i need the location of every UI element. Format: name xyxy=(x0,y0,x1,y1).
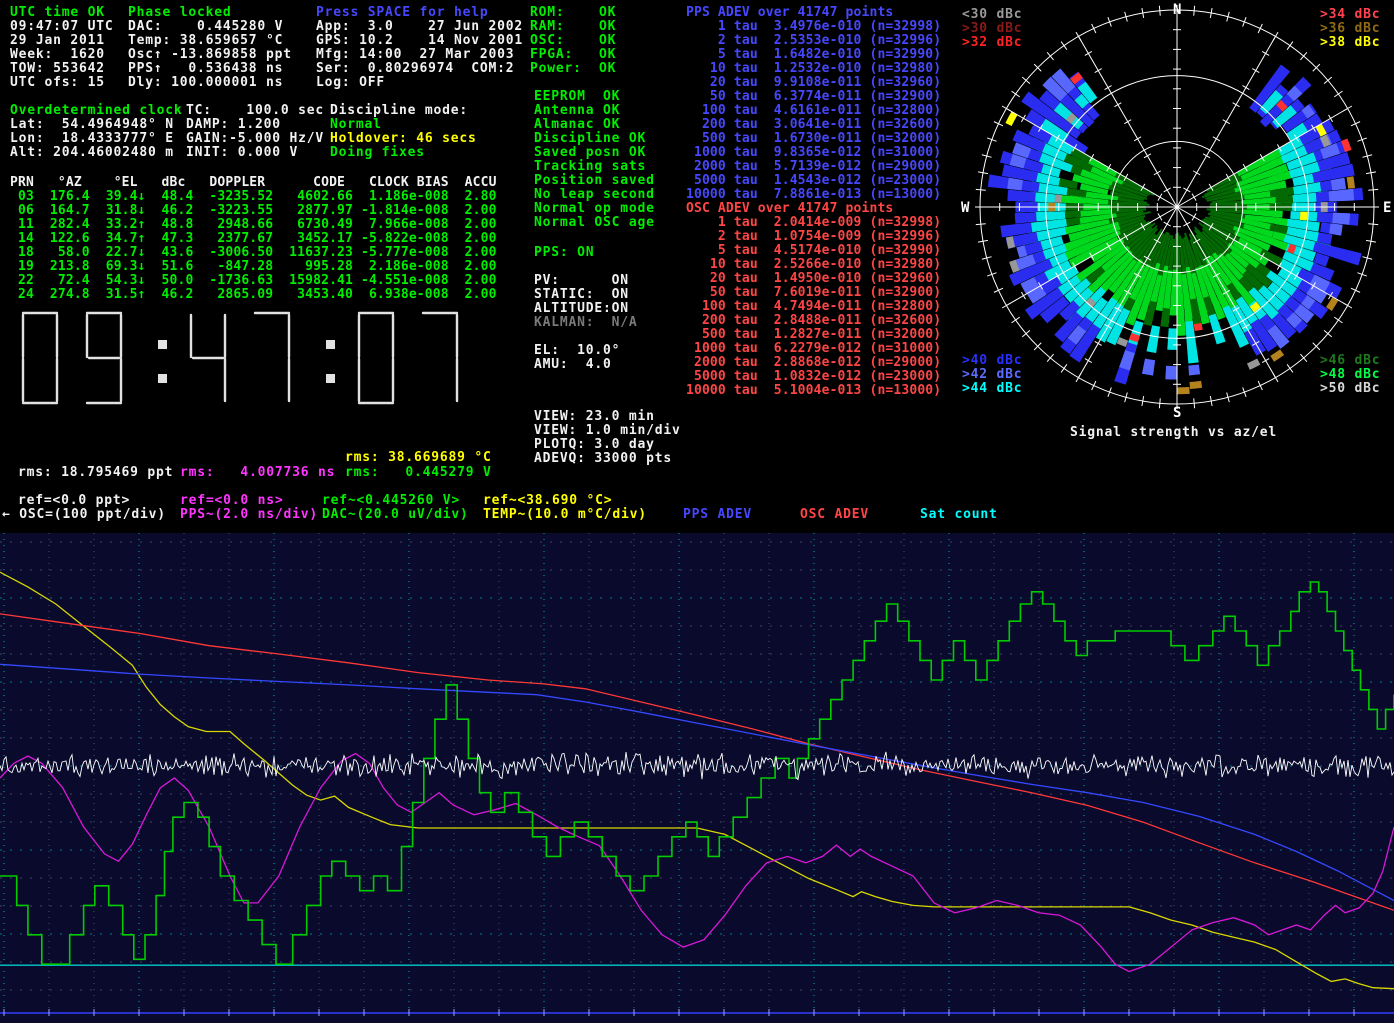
satellite-table: 03 176.4 39.4↓ 48.4 -3235.52 4602.66 1.1… xyxy=(10,190,497,302)
oscillator-block: DAC: 0.445280 V Temp: 38.659657 °C Osc↑ … xyxy=(128,20,292,90)
scale-temp: TEMP~(10.0 m°C/div) xyxy=(483,508,647,522)
rms-osc: rms: 18.795469 ppt xyxy=(18,466,173,480)
kalman-status: KALMAN: N/A xyxy=(534,316,638,330)
view-block: VIEW: 23.0 min VIEW: 1.0 min/div PLOTQ: … xyxy=(534,410,681,466)
plot-legend-pps-adev: PPS ADEV xyxy=(683,508,752,522)
polar-grid xyxy=(975,5,1379,409)
polar-plot-title: Signal strength vs az/el xyxy=(1070,426,1277,440)
pps-adev-table: 1 tau 3.4976e-010 (n=32998) 2 tau 2.5353… xyxy=(686,20,941,202)
position-block: Lat: 54.4964948° N Lon: 18.4333777° E Al… xyxy=(10,118,174,160)
scale-pps: PPS~(2.0 ns/div) xyxy=(180,508,318,522)
compass-south-label: S xyxy=(1173,405,1181,421)
ref-pps: ref=<0.0 ns> xyxy=(180,494,284,508)
mask-block: EL: 10.0° AMU: 4.0 xyxy=(534,344,620,372)
history-plot xyxy=(0,533,1394,1023)
compass-north-label: N xyxy=(1173,2,1181,18)
fix-flags-list: PV: ON STATIC: ON ALTITUDE:ON xyxy=(534,274,629,316)
osc-adev-title: OSC ADEV over 41747 points xyxy=(686,202,893,216)
doing-fixes-status: Doing fixes xyxy=(330,146,425,160)
polar-data xyxy=(1009,75,1352,391)
compass-west-label: W xyxy=(961,200,970,216)
ref-osc: ref=<0.0 ppt> xyxy=(18,494,130,508)
rms-dac: rms: 0.445279 V xyxy=(345,466,492,480)
scale-osc: ← OSC=(100 ppt/div) xyxy=(2,508,166,522)
osc-adev-table: 1 tau 2.0414e-009 (n=32998) 2 tau 1.0754… xyxy=(686,216,941,398)
pps-adev-title: PPS ADEV over 41747 points xyxy=(686,6,893,20)
clock-digit xyxy=(423,313,457,401)
clock-digit xyxy=(87,313,121,403)
clock-digit xyxy=(23,313,57,403)
holdover-status: Holdover: 46 secs xyxy=(330,132,477,146)
ref-temp: ref~<38.690 °C> xyxy=(483,494,612,508)
clock-digit xyxy=(255,313,289,401)
hardware-status-block: ROM: OK RAM: OK OSC: OK FPGA: OK Power: … xyxy=(530,6,616,76)
clock-digit xyxy=(191,315,225,401)
scale-dac: DAC~(20.0 uV/div) xyxy=(322,508,469,522)
satellite-table-header: PRN °AZ °EL dBc DOPPLER CODE CLOCK BIAS … xyxy=(10,176,497,190)
receiver-status-list: EEPROM OK Antenna OK Almanac OK Discipli… xyxy=(534,90,655,230)
rms-temp: rms: 38.669689 °C xyxy=(345,451,492,465)
digital-clock xyxy=(8,304,488,416)
utc-time-block: 09:47:07 UTC 29 Jan 2011 Week: 1620 TOW:… xyxy=(10,20,114,90)
loop-params-block: TC: 100.0 sec DAMP: 1.200 GAIN:-5.000 Hz… xyxy=(186,104,324,160)
phase-status-title: Phase locked xyxy=(128,6,232,20)
clock-colon xyxy=(326,340,335,349)
clock-colon xyxy=(158,340,167,349)
version-block: App: 3.0 27 Jun 2002 GPS: 10.2 14 Nov 20… xyxy=(316,20,523,90)
fix-mode-title: Overdetermined clock xyxy=(10,104,183,118)
ref-dac: ref~<0.445260 V> xyxy=(322,494,460,508)
plot-legend-sat-count: Sat count xyxy=(920,508,998,522)
discipline-mode: Normal xyxy=(330,118,382,132)
utc-status-title: UTC time OK xyxy=(10,6,105,20)
pps-status: PPS: ON xyxy=(534,246,594,260)
plot-legend-osc-adev: OSC ADEV xyxy=(800,508,869,522)
help-hint: Press SPACE for help xyxy=(316,6,489,20)
discipline-heading: Discipline mode: xyxy=(330,104,468,118)
clock-digit xyxy=(359,313,393,403)
lady-heather-screen: UTC time OK 09:47:07 UTC 29 Jan 2011 Wee… xyxy=(0,0,1394,1023)
compass-east-label: E xyxy=(1383,200,1391,216)
signal-strength-polar-plot: N S W E xyxy=(955,0,1394,446)
rms-pps: rms: 4.007736 ns xyxy=(180,466,335,480)
